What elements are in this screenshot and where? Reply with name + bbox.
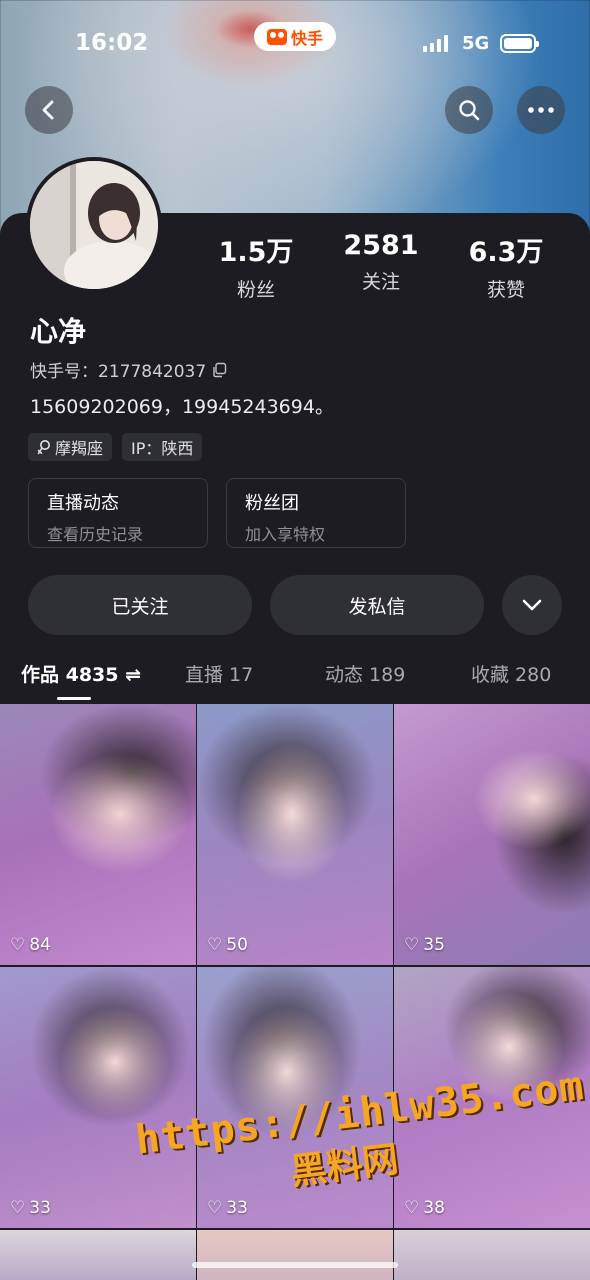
feature-boxes: 直播动态 查看历史记录 粉丝团 加入享特权 — [28, 478, 406, 548]
send-message-button[interactable]: 发私信 — [270, 575, 484, 635]
tab-works[interactable]: 作品 4835 ⇌ — [21, 660, 141, 687]
tag-zodiac: 摩羯座 — [28, 433, 113, 461]
profile-actions: 已关注 发私信 — [28, 575, 562, 635]
tag-label: IP：陕西 — [131, 439, 194, 458]
stat-label: 获赞 — [486, 279, 525, 301]
kuaishou-id[interactable]: 快手号：2177842037 — [30, 357, 228, 382]
chevron-left-icon — [42, 100, 54, 120]
profile-stats: 1.5万 粉丝 2581 关注 6.3万 获赞 — [196, 230, 566, 302]
stat-value: 6.3万 — [468, 237, 544, 268]
avatar-photo — [30, 161, 158, 289]
like-count: ♡ 84 — [10, 935, 51, 955]
fan-club-box[interactable]: 粉丝团 加入享特权 — [226, 478, 406, 548]
kuaishou-id-text: 快手号：2177842037 — [30, 362, 207, 382]
status-bar: 16:02 快手 5G — [0, 0, 590, 90]
stat-followers[interactable]: 1.5万 粉丝 — [196, 230, 316, 302]
content-tabs: 作品 4835 ⇌ 直播 17 动态 189 收藏 280 — [0, 660, 590, 700]
status-time: 16:02 — [75, 30, 149, 56]
profile-tags: 摩羯座 IP：陕西 — [28, 433, 203, 461]
heart-icon: ♡ — [10, 1198, 26, 1218]
app-badge-label: 快手 — [290, 28, 323, 48]
app-badge: 快手 — [254, 22, 336, 51]
active-tab-indicator — [57, 697, 91, 700]
stat-label: 粉丝 — [236, 279, 275, 301]
search-icon — [459, 100, 480, 121]
work-thumbnail[interactable] — [394, 1230, 590, 1280]
stat-likes[interactable]: 6.3万 获赞 — [446, 230, 566, 302]
home-indicator[interactable] — [192, 1262, 398, 1268]
followed-button[interactable]: 已关注 — [28, 575, 252, 635]
back-button[interactable] — [25, 86, 73, 134]
gender-female-icon — [37, 440, 50, 455]
like-count: ♡ 50 — [207, 935, 248, 955]
work-thumbnail[interactable]: ♡ 84 — [0, 704, 196, 965]
stat-following[interactable]: 2581 关注 — [321, 230, 441, 302]
expand-button[interactable] — [502, 575, 562, 635]
box-title: 直播动态 — [47, 493, 119, 514]
signal-icon — [423, 35, 448, 52]
chevron-down-icon — [522, 599, 542, 611]
tag-label: 摩羯座 — [55, 439, 104, 458]
more-button[interactable] — [517, 86, 565, 134]
like-count: ♡ 33 — [10, 1198, 51, 1218]
network-type: 5G — [462, 33, 490, 54]
live-history-box[interactable]: 直播动态 查看历史记录 — [28, 478, 208, 548]
stat-label: 关注 — [361, 271, 400, 293]
work-thumbnail[interactable]: ♡ 35 — [394, 704, 590, 965]
battery-icon — [500, 34, 539, 53]
heart-icon: ♡ — [10, 935, 26, 955]
heart-icon: ♡ — [404, 935, 420, 955]
box-title: 粉丝团 — [245, 493, 299, 514]
profile-nickname: 心净 — [30, 315, 87, 348]
profile-bio: 15609202069，19945243694。 — [30, 396, 334, 418]
tag-ip: IP：陕西 — [122, 433, 203, 461]
stat-value: 1.5万 — [218, 237, 294, 268]
kuaishou-logo-icon — [266, 28, 287, 45]
box-subtitle: 加入享特权 — [245, 525, 326, 544]
copy-icon[interactable] — [212, 362, 228, 378]
tab-moments[interactable]: 动态 189 — [325, 660, 405, 687]
tab-live[interactable]: 直播 17 — [185, 660, 253, 687]
like-count: ♡ 35 — [404, 935, 445, 955]
heart-icon: ♡ — [207, 935, 223, 955]
work-thumbnail[interactable]: ♡ 50 — [197, 704, 393, 965]
ellipsis-icon — [528, 107, 554, 113]
search-button[interactable] — [445, 86, 493, 134]
stat-value: 2581 — [343, 230, 419, 261]
box-subtitle: 查看历史记录 — [47, 525, 144, 544]
tab-favorites[interactable]: 收藏 280 — [471, 660, 551, 687]
avatar[interactable] — [26, 157, 162, 293]
